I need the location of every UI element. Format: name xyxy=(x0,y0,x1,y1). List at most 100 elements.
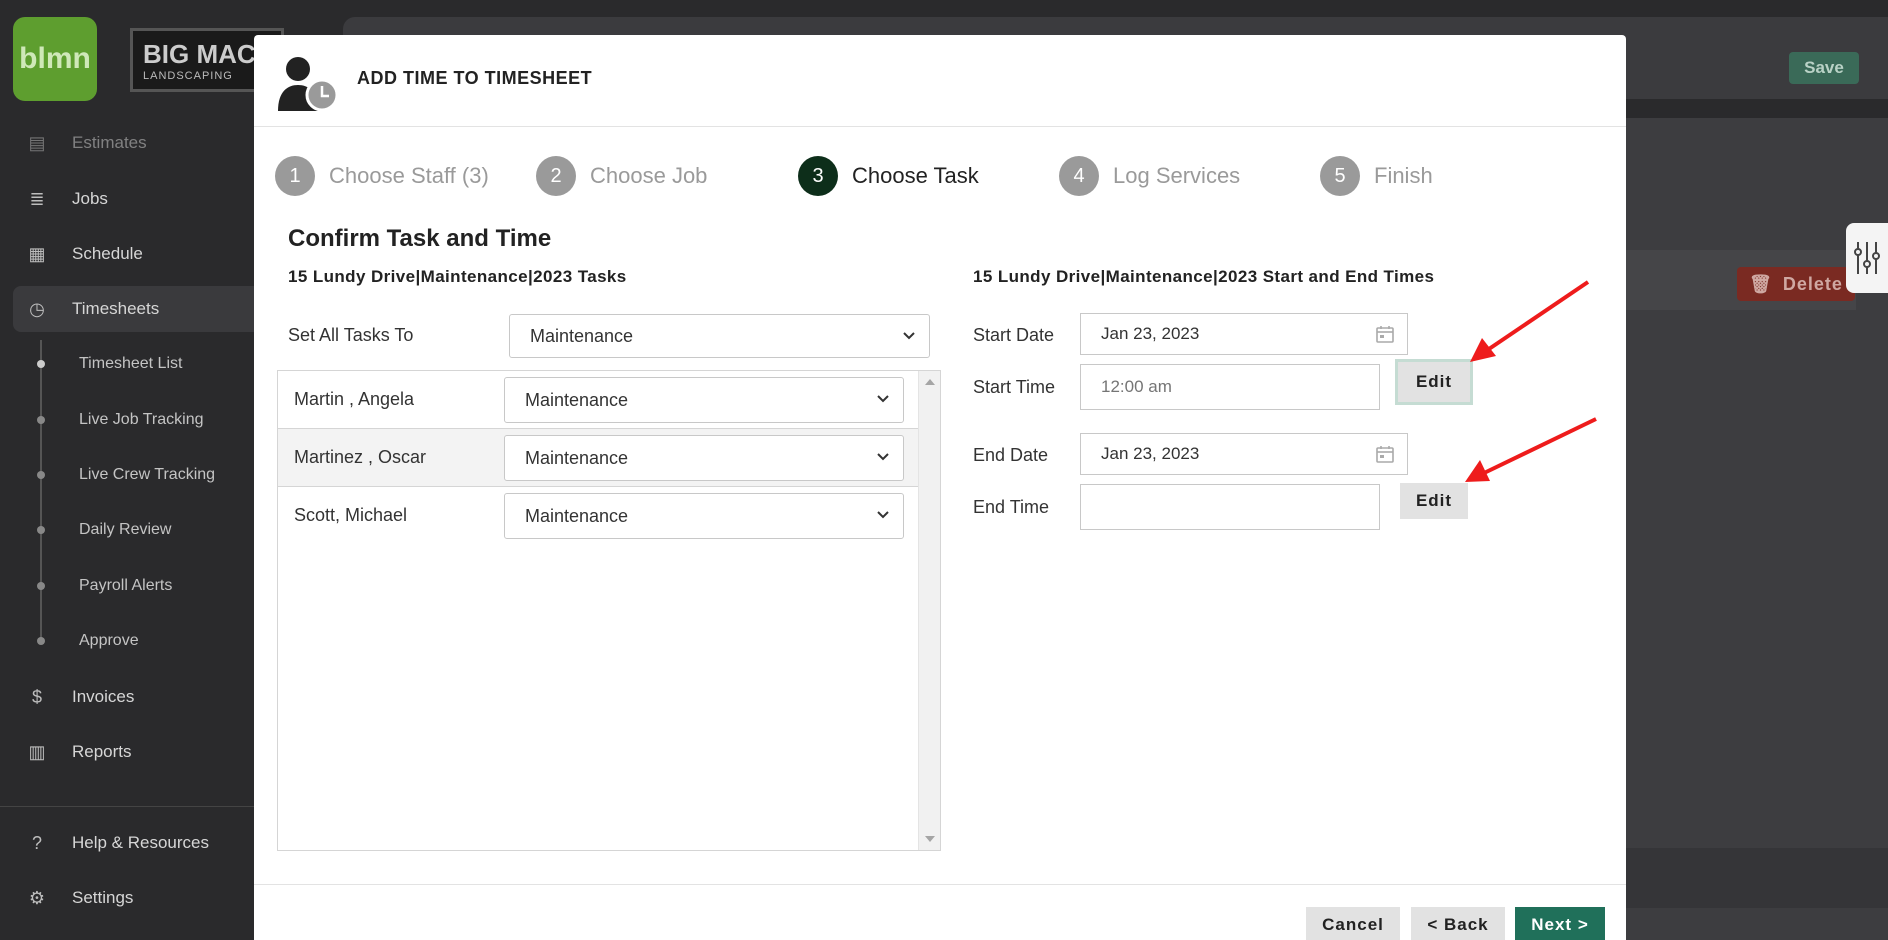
sidebar-item-help[interactable]: ? Help & Resources xyxy=(26,828,209,858)
sidebar-item-label: Settings xyxy=(72,888,134,907)
tasks-title: 15 Lundy Drive|Maintenance|2023 Tasks xyxy=(288,267,627,286)
sidebar-item-label: Help & Resources xyxy=(72,833,210,852)
subitem-live-crew-tracking[interactable]: Live Crew Tracking xyxy=(79,466,215,484)
sidebar-divider xyxy=(0,806,254,807)
next-button[interactable]: Next > xyxy=(1515,907,1605,940)
sidebar-item-label: Invoices xyxy=(72,687,135,706)
step-finish[interactable]: 5 Finish xyxy=(1320,156,1433,196)
staff-task-table: Martin , Angela Maintenance Martinez , O… xyxy=(277,370,941,851)
submenu-line xyxy=(40,340,42,640)
sidebar-item-estimates[interactable]: ▤ Estimates xyxy=(26,128,147,158)
calendar-icon[interactable] xyxy=(1375,444,1395,464)
help-icon: ? xyxy=(31,832,42,853)
sidebar-item-settings[interactable]: ⚙ Settings xyxy=(26,883,134,913)
staff-name: Martinez , Oscar xyxy=(294,447,427,467)
clock-icon: ◷ xyxy=(29,298,45,319)
step-choose-job[interactable]: 2 Choose Job xyxy=(536,156,707,196)
subitem-live-job-tracking[interactable]: Live Job Tracking xyxy=(79,411,204,429)
submenu-dot xyxy=(37,471,45,479)
delete-label: Delete xyxy=(1782,273,1843,294)
select-value: Maintenance xyxy=(525,389,629,410)
end-time-edit-button[interactable]: Edit xyxy=(1400,483,1468,519)
select-value: Maintenance xyxy=(530,325,634,346)
sidebar-item-timesheets[interactable]: ◷ Timesheets xyxy=(26,294,159,324)
trash-icon: 🗑 xyxy=(1749,273,1773,294)
step-label: Finish xyxy=(1374,163,1433,188)
report-icon: ▥ xyxy=(28,741,46,762)
staff-task-select[interactable]: Maintenance xyxy=(504,435,904,481)
subitem-payroll-alerts[interactable]: Payroll Alerts xyxy=(79,577,172,595)
field-value: Jan 23, 2023 xyxy=(1101,444,1200,463)
step-label: Choose Task xyxy=(852,163,979,188)
step-label: Log Services xyxy=(1113,163,1241,188)
set-all-label: Set All Tasks To xyxy=(288,325,414,345)
calendar-icon: ▦ xyxy=(28,243,46,264)
scroll-up-arrow[interactable] xyxy=(925,379,935,385)
sidebar-item-label: Timesheets xyxy=(72,299,160,318)
sidebar-item-invoices[interactable]: $ Invoices xyxy=(26,682,134,712)
end-time-input[interactable] xyxy=(1080,484,1380,530)
filter-sliders-button[interactable] xyxy=(1846,223,1888,293)
staff-task-select[interactable]: Maintenance xyxy=(504,377,904,423)
background-delete-button[interactable]: 🗑 Delete xyxy=(1737,267,1855,301)
table-scrollbar[interactable] xyxy=(918,371,940,850)
estimates-icon: ▤ xyxy=(28,132,46,153)
chevron-down-icon xyxy=(877,511,889,519)
sidebar-item-schedule[interactable]: ▦ Schedule xyxy=(26,239,142,269)
step-log-services[interactable]: 4 Log Services xyxy=(1059,156,1240,196)
table-row: Martin , Angela Maintenance xyxy=(278,371,918,429)
staff-name: Scott, Michael xyxy=(294,505,408,525)
step-label: Choose Job xyxy=(590,163,708,188)
step-number: 1 xyxy=(275,156,315,196)
section-title: Confirm Task and Time xyxy=(288,225,552,252)
times-title: 15 Lundy Drive|Maintenance|2023 Start an… xyxy=(973,267,1435,286)
select-value: Maintenance xyxy=(525,447,629,468)
jobs-icon: ≣ xyxy=(29,188,45,209)
chevron-down-icon xyxy=(903,332,915,340)
field-value: Jan 23, 2023 xyxy=(1101,324,1200,343)
submenu-dot xyxy=(37,582,45,590)
end-date-field[interactable]: Jan 23, 2023 xyxy=(1080,433,1408,475)
start-time-edit-button[interactable]: Edit xyxy=(1395,359,1473,405)
table-row: Scott, Michael Maintenance xyxy=(278,487,918,545)
background-save-button[interactable]: Save xyxy=(1789,52,1859,84)
staff-name: Martin , Angela xyxy=(294,389,415,409)
submenu-dot xyxy=(37,416,45,424)
user-clock-icon xyxy=(278,57,339,111)
app-logo[interactable]: blmn xyxy=(13,17,97,101)
sidebar-item-label: Estimates xyxy=(72,133,147,152)
sidebar-item-reports[interactable]: ▥ Reports xyxy=(26,737,132,767)
table-row: Martinez , Oscar Maintenance xyxy=(278,429,918,487)
chevron-down-icon xyxy=(877,453,889,461)
submenu-dot xyxy=(37,637,45,645)
background-footer-strip xyxy=(1626,848,1888,908)
staff-task-select[interactable]: Maintenance xyxy=(504,493,904,539)
gear-icon: ⚙ xyxy=(28,887,46,908)
calendar-icon[interactable] xyxy=(1375,324,1395,344)
company-logo-tagline: LANDSCAPING xyxy=(143,70,233,82)
step-number: 2 xyxy=(536,156,576,196)
set-all-tasks-select[interactable]: Maintenance xyxy=(509,314,930,358)
modal-title: ADD TIME TO TIMESHEET xyxy=(357,68,593,88)
invoice-icon: $ xyxy=(31,686,42,707)
step-choose-task[interactable]: 3 Choose Task xyxy=(798,156,979,196)
subitem-timesheet-list[interactable]: Timesheet List xyxy=(79,355,182,373)
cancel-button[interactable]: Cancel xyxy=(1306,907,1400,940)
back-button[interactable]: < Back xyxy=(1411,907,1505,940)
app-sidebar: blmn BIG MAC LANDSCAPING ▤ Estimates ≣ J… xyxy=(0,0,284,940)
subitem-approve[interactable]: Approve xyxy=(79,632,139,650)
start-date-field[interactable]: Jan 23, 2023 xyxy=(1080,313,1408,355)
company-logo-name: BIG MAC xyxy=(143,39,256,69)
step-number: 4 xyxy=(1059,156,1099,196)
start-time-input[interactable] xyxy=(1080,364,1380,410)
step-number: 3 xyxy=(798,156,838,196)
sidebar-item-jobs[interactable]: ≣ Jobs xyxy=(26,184,107,214)
select-value: Maintenance xyxy=(525,505,629,526)
subitem-daily-review[interactable]: Daily Review xyxy=(79,521,171,539)
sliders-icon xyxy=(1854,242,1880,274)
scroll-down-arrow[interactable] xyxy=(925,836,935,842)
step-choose-staff[interactable]: 1 Choose Staff (3) xyxy=(275,156,489,196)
step-label: Choose Staff (3) xyxy=(329,163,489,188)
start-time-label: Start Time xyxy=(973,377,1056,397)
sidebar-item-label: Reports xyxy=(72,742,132,761)
